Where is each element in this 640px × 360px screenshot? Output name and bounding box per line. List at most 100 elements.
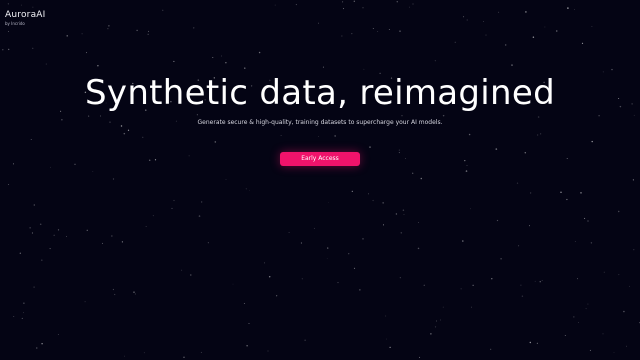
- star-dot: [464, 159, 466, 162]
- star-dot: [587, 220, 589, 222]
- star-dot: [13, 163, 14, 165]
- star-dot: [288, 231, 290, 234]
- star-dot: [41, 259, 43, 261]
- star-dot: [399, 277, 401, 279]
- star-dot: [490, 348, 492, 350]
- hero-title: Synthetic data, reimagined: [85, 73, 555, 113]
- star-dot: [544, 26, 546, 28]
- star-dot: [92, 170, 94, 172]
- brand-logo[interactable]: AuroraAI by Incrido: [5, 10, 46, 26]
- star-dot: [23, 302, 25, 304]
- star-dot: [465, 170, 468, 172]
- star-dot: [574, 240, 576, 243]
- star-dot: [143, 352, 145, 354]
- star-dot: [626, 345, 627, 347]
- star-dot: [584, 217, 586, 219]
- star-dot: [342, 8, 345, 10]
- star-dot: [417, 247, 420, 250]
- star-dot: [412, 3, 414, 5]
- star-dot: [86, 229, 88, 231]
- star-dot: [574, 9, 575, 10]
- star-dot: [633, 249, 635, 251]
- star-dot: [304, 339, 306, 341]
- star-dot: [423, 284, 425, 286]
- star-dot: [618, 274, 620, 276]
- star-dot: [590, 242, 593, 244]
- star-dot: [13, 316, 15, 317]
- star-dot: [328, 201, 329, 203]
- star-dot: [337, 282, 339, 284]
- brand-byline: by Incrido: [5, 21, 25, 26]
- star-dot: [603, 271, 605, 273]
- star-dot: [121, 241, 124, 243]
- star-dot: [463, 16, 465, 18]
- star-dot: [212, 57, 214, 58]
- star-dot: [66, 35, 68, 37]
- star-dot: [466, 19, 468, 21]
- star-dot: [591, 140, 593, 143]
- star-dot: [382, 202, 384, 204]
- star-dot: [629, 285, 630, 287]
- star-dot: [518, 245, 520, 247]
- star-dot: [434, 60, 436, 62]
- star-dot: [403, 214, 405, 215]
- star-dot: [181, 269, 183, 271]
- star-dot: [57, 334, 59, 335]
- star-dot: [534, 280, 536, 282]
- star-dot: [485, 34, 487, 36]
- star-dot: [369, 146, 371, 148]
- star-dot: [539, 281, 541, 283]
- star-dot: [327, 247, 329, 249]
- star-dot: [536, 134, 539, 136]
- star-dot: [529, 341, 532, 344]
- star-dot: [532, 36, 535, 38]
- star-dot: [395, 213, 398, 215]
- star-dot: [418, 222, 419, 224]
- star-dot: [7, 3, 9, 5]
- star-dot: [107, 28, 109, 30]
- star-dot: [496, 219, 499, 222]
- star-dot: [398, 152, 400, 154]
- hero-section: Synthetic data, reimagined Generate secu…: [0, 72, 640, 127]
- star-dot: [50, 166, 51, 168]
- star-dot: [123, 132, 126, 135]
- star-dot: [280, 135, 282, 136]
- star-dot: [207, 242, 209, 244]
- star-dot: [460, 288, 462, 290]
- star-dot: [470, 208, 471, 210]
- star-dot: [617, 210, 620, 213]
- early-access-button[interactable]: Early Access: [280, 152, 360, 166]
- star-dot: [483, 21, 484, 22]
- star-dot: [81, 33, 83, 35]
- star-dot: [225, 62, 227, 64]
- star-dot: [353, 267, 356, 269]
- star-dot: [495, 148, 498, 150]
- star-dot: [127, 129, 130, 131]
- star-dot: [611, 68, 613, 71]
- star-dot: [8, 30, 10, 32]
- star-dot: [567, 7, 569, 9]
- star-dot: [462, 240, 464, 242]
- star-dot: [243, 302, 245, 305]
- star-dot: [402, 209, 405, 212]
- star-dot: [491, 278, 493, 280]
- star-dot: [560, 191, 562, 194]
- star-dot: [412, 172, 414, 174]
- star-dot: [108, 25, 110, 27]
- star-dot: [258, 51, 261, 54]
- star-dot: [351, 190, 353, 192]
- star-dot: [19, 252, 21, 254]
- star-dot: [578, 322, 579, 323]
- star-dot: [114, 293, 116, 296]
- star-dot: [326, 258, 328, 259]
- star-dot: [136, 29, 138, 32]
- star-dot: [2, 49, 4, 51]
- star-dot: [540, 133, 542, 135]
- star-dot: [97, 65, 99, 67]
- star-dot: [524, 151, 527, 154]
- star-dot: [66, 236, 67, 237]
- star-dot: [372, 199, 374, 202]
- star-dot: [439, 319, 442, 321]
- star-dot: [8, 48, 10, 51]
- star-dot: [362, 238, 364, 240]
